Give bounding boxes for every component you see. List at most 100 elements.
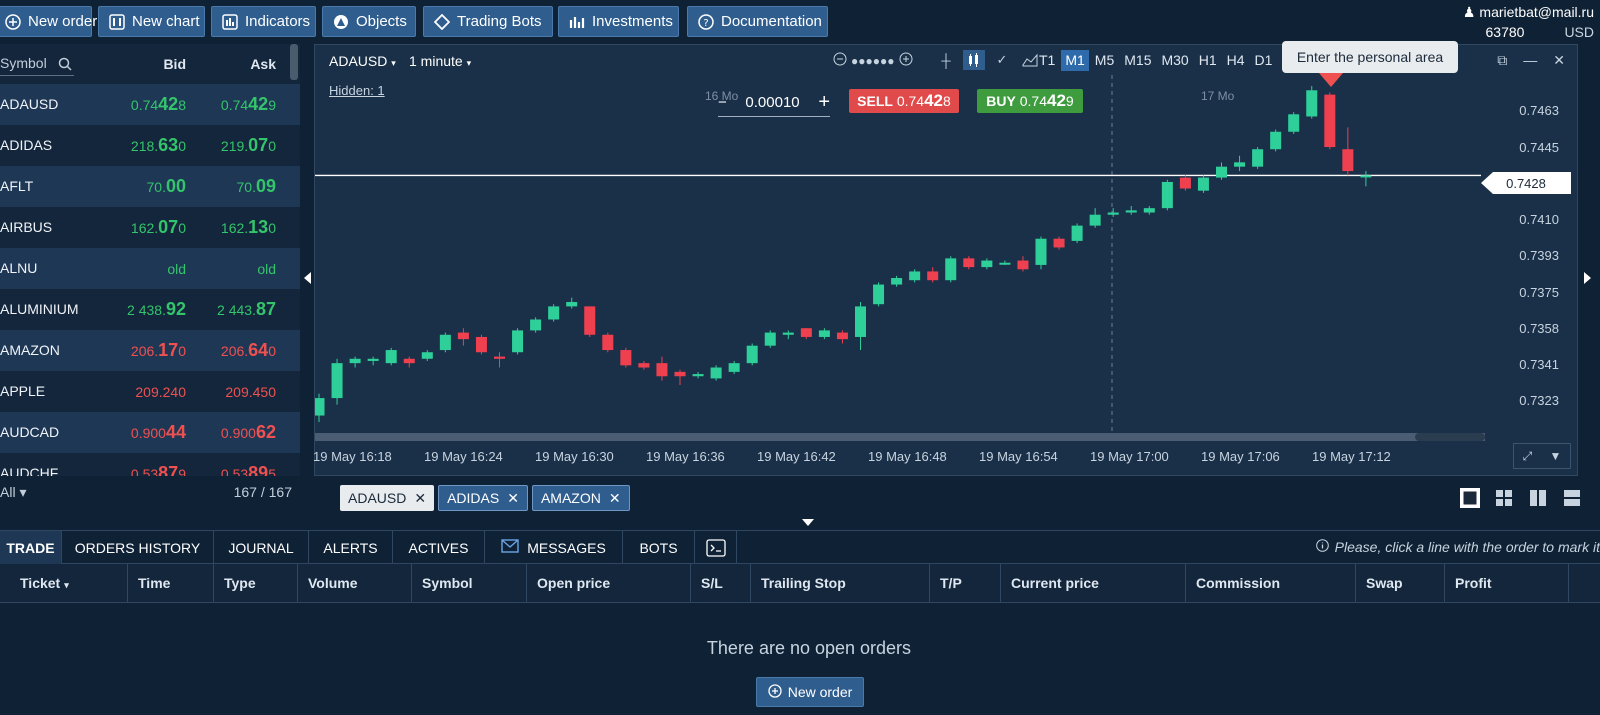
watchlist-ask[interactable]: 219.070 bbox=[221, 125, 276, 167]
account-panel[interactable]: ♟ marietbat@mail.ru 63780 USD bbox=[1463, 3, 1594, 41]
watchlist-ask[interactable]: 162.130 bbox=[221, 207, 276, 249]
qty-plus-button[interactable]: + bbox=[818, 91, 830, 114]
watchlist-bid[interactable]: 209.240 bbox=[135, 371, 186, 413]
trading-bots-button[interactable]: Trading Bots bbox=[423, 6, 553, 37]
ask-header[interactable]: Ask bbox=[250, 56, 276, 72]
column-header-type[interactable]: Type bbox=[214, 564, 298, 603]
watchlist-row[interactable]: ADAUSD 0.74428 0.74429 bbox=[0, 84, 300, 125]
objects-button[interactable]: Objects bbox=[322, 6, 416, 37]
investments-button[interactable]: Investments bbox=[558, 6, 679, 37]
chart-scrollbar[interactable] bbox=[315, 433, 1485, 441]
watchlist-row[interactable]: AFLT 70.00 70.09 bbox=[0, 166, 300, 207]
filter-dropdown[interactable]: All ▾ bbox=[0, 484, 26, 501]
bottom-tab-journal[interactable]: JOURNAL bbox=[214, 531, 309, 564]
collapse-right-icon[interactable] bbox=[1584, 272, 1591, 284]
timeframe-m30[interactable]: M30 bbox=[1157, 50, 1192, 71]
watchlist-bid[interactable]: 0.53879 bbox=[131, 453, 186, 476]
watchlist-bid[interactable]: 0.74428 bbox=[131, 84, 186, 126]
chart-tab-amazon[interactable]: AMAZON ✕ bbox=[531, 485, 630, 511]
layout-grid-icon[interactable] bbox=[1494, 488, 1514, 508]
candlestick-plot[interactable] bbox=[315, 75, 1481, 433]
bid-header[interactable]: Bid bbox=[163, 56, 186, 72]
column-header-s-l[interactable]: S/L bbox=[691, 564, 751, 603]
timeframe-m1[interactable]: M1 bbox=[1061, 50, 1089, 71]
watchlist-row[interactable]: AUDCAD 0.90044 0.90062 bbox=[0, 412, 300, 453]
zoom-in-icon[interactable] bbox=[899, 52, 913, 69]
auto-scale-button[interactable]: ⤢ ▼ bbox=[1513, 443, 1571, 469]
layout-columns-icon[interactable] bbox=[1528, 488, 1548, 508]
timeframe-select[interactable]: 1 minute ▾ bbox=[409, 53, 471, 69]
layout-rows-icon[interactable] bbox=[1562, 488, 1582, 508]
watchlist-row[interactable]: AIRBUS 162.070 162.130 bbox=[0, 207, 300, 248]
close-icon[interactable]: ✕ bbox=[507, 490, 519, 507]
watchlist-row[interactable]: ALUMINIUM 2 438.92 2 443.87 bbox=[0, 289, 300, 330]
chart-tab-adausd[interactable]: ADAUSD ✕ bbox=[340, 485, 435, 511]
timeframe-m15[interactable]: M15 bbox=[1120, 50, 1155, 71]
column-header-swap[interactable]: Swap bbox=[1356, 564, 1445, 603]
close-icon[interactable]: ✕ bbox=[609, 490, 621, 507]
documentation-button[interactable]: ? Documentation bbox=[687, 6, 828, 37]
new-order-button[interactable]: New order bbox=[0, 6, 97, 37]
symbol-search-input[interactable]: Symbol bbox=[0, 52, 74, 76]
bottom-tab-bots[interactable]: BOTS bbox=[623, 531, 695, 564]
timeframe-t1[interactable]: T1 bbox=[1035, 50, 1059, 71]
panel-resize-icon[interactable] bbox=[802, 519, 814, 526]
layout-single-icon[interactable] bbox=[1460, 488, 1480, 508]
qty-minus-button[interactable]: − bbox=[718, 94, 727, 111]
watchlist-bid[interactable]: 2 438.92 bbox=[127, 289, 186, 331]
column-header-symbol[interactable]: Symbol bbox=[412, 564, 527, 603]
minimize-icon[interactable]: — bbox=[1523, 52, 1537, 69]
close-icon[interactable]: ✕ bbox=[414, 490, 426, 507]
watchlist-bid[interactable]: 70.00 bbox=[147, 166, 187, 208]
close-icon[interactable]: ✕ bbox=[1553, 52, 1565, 69]
watchlist-ask[interactable]: 0.53895 bbox=[221, 453, 276, 476]
watchlist-ask[interactable]: old bbox=[257, 248, 276, 290]
column-header-profit[interactable]: Profit bbox=[1445, 564, 1569, 603]
watchlist-scrollbar[interactable] bbox=[290, 44, 298, 80]
watchlist-bid[interactable]: 206.170 bbox=[131, 330, 186, 372]
watchlist-ask[interactable]: 206.640 bbox=[221, 330, 276, 372]
watchlist-row[interactable]: AUDCHF 0.53879 0.53895 bbox=[0, 453, 300, 476]
terminal-icon[interactable] bbox=[695, 531, 737, 564]
watchlist-ask[interactable]: 209.450 bbox=[225, 371, 276, 413]
quantity-stepper[interactable]: − 0.00010 + bbox=[718, 89, 830, 117]
watchlist-row[interactable]: AMAZON 206.170 206.640 bbox=[0, 330, 300, 371]
sell-button[interactable]: SELL 0.74 42 8 bbox=[849, 89, 959, 113]
chart-tab-adidas[interactable]: ADIDAS ✕ bbox=[438, 485, 528, 511]
column-header-volume[interactable]: Volume bbox=[298, 564, 412, 603]
watchlist-bid[interactable]: 162.070 bbox=[131, 207, 186, 249]
column-header-ticket[interactable]: Ticket ▾ bbox=[10, 564, 128, 603]
bottom-tab-actives[interactable]: ACTIVES bbox=[393, 531, 485, 564]
timeframe-d1[interactable]: D1 bbox=[1251, 50, 1277, 71]
column-header-current-price[interactable]: Current price bbox=[1001, 564, 1186, 603]
bottom-tab-trade[interactable]: TRADE bbox=[0, 531, 62, 564]
candle-chart-icon[interactable] bbox=[963, 50, 985, 70]
new-order-button-bottom[interactable]: New order bbox=[756, 677, 864, 707]
watchlist-row[interactable]: ADIDAS 218.630 219.070 bbox=[0, 125, 300, 166]
zoom-out-icon[interactable] bbox=[833, 52, 847, 69]
chart-symbol-select[interactable]: ADAUSD ▾ bbox=[329, 53, 396, 69]
scrollbar-thumb[interactable] bbox=[1415, 433, 1485, 441]
popout-icon[interactable]: ⧉ bbox=[1497, 52, 1507, 69]
watchlist-bid[interactable]: 218.630 bbox=[131, 125, 186, 167]
column-header-commission[interactable]: Commission bbox=[1186, 564, 1356, 603]
collapse-left-icon[interactable] bbox=[304, 272, 311, 284]
watchlist-row[interactable]: ALNU old old bbox=[0, 248, 300, 289]
bottom-tab-alerts[interactable]: ALERTS bbox=[309, 531, 393, 564]
timeframe-m5[interactable]: M5 bbox=[1091, 50, 1118, 71]
hidden-objects-link[interactable]: Hidden: 1 bbox=[329, 83, 385, 98]
watchlist-bid[interactable]: 0.90044 bbox=[131, 412, 186, 454]
buy-button[interactable]: BUY 0.74 42 9 bbox=[977, 89, 1083, 113]
watchlist-row[interactable]: APPLE 209.240 209.450 bbox=[0, 371, 300, 412]
bottom-tab-orders-history[interactable]: ORDERS HISTORY bbox=[62, 531, 214, 564]
column-header-trailing-stop[interactable]: Trailing Stop bbox=[751, 564, 930, 603]
column-header-t-p[interactable]: T/P bbox=[930, 564, 1001, 603]
watchlist-ask[interactable]: 0.74429 bbox=[221, 84, 276, 126]
column-header-time[interactable]: Time bbox=[128, 564, 214, 603]
column-header-open-price[interactable]: Open price bbox=[527, 564, 691, 603]
timeframe-h4[interactable]: H4 bbox=[1223, 50, 1249, 71]
bottom-tab-messages[interactable]: MESSAGES bbox=[485, 531, 623, 564]
watchlist-bid[interactable]: old bbox=[167, 248, 186, 290]
watchlist-ask[interactable]: 0.90062 bbox=[221, 412, 276, 454]
watchlist-ask[interactable]: 2 443.87 bbox=[217, 289, 276, 331]
